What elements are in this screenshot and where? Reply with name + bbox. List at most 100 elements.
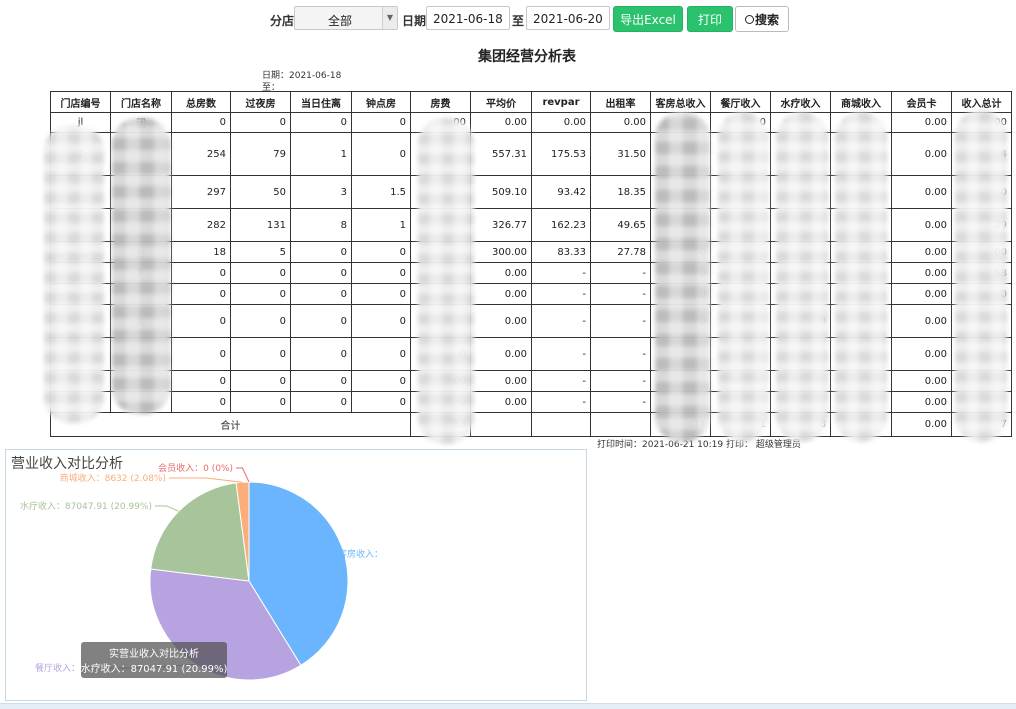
table-cell: 93.42 <box>532 176 591 209</box>
table-cell: 18 <box>172 242 231 263</box>
table-cell: 0 <box>172 392 231 413</box>
table-cell: 0 <box>291 242 352 263</box>
table-cell: 0.00 <box>532 113 591 133</box>
table-cell: - <box>532 263 591 284</box>
date-from-input[interactable]: 2021-06-18 <box>426 6 510 30</box>
table-cell: 0 <box>231 392 291 413</box>
table-cell: 0 <box>172 371 231 392</box>
table-cell: 0.00 <box>892 263 952 284</box>
table-cell: 1 <box>291 133 352 176</box>
scrollbar-track <box>0 703 1016 709</box>
table-cell: - <box>532 284 591 305</box>
pie-label: 客房收入： <box>338 548 383 560</box>
privacy-blur <box>718 112 768 442</box>
column-header: 钟点房 <box>352 92 411 113</box>
table-cell: 0 <box>352 242 411 263</box>
pie-leader-line <box>155 506 179 511</box>
tooltip-title: 实营业收入对比分析 <box>109 647 199 660</box>
column-header: 餐厅收入 <box>711 92 771 113</box>
pie-label: 餐厅收入： <box>35 662 80 674</box>
column-header: revpar <box>532 92 591 113</box>
table-cell: 0 <box>352 284 411 305</box>
table-cell: 0.00 <box>471 338 532 371</box>
pie-slice[interactable] <box>151 483 249 581</box>
column-header: 平均价 <box>471 92 532 113</box>
column-header: 出租率 <box>591 92 651 113</box>
column-header: 门店名称 <box>111 92 172 113</box>
table-cell: 300.00 <box>471 242 532 263</box>
date-to-input[interactable]: 2021-06-20 <box>526 6 610 30</box>
table-cell: 0 <box>352 263 411 284</box>
table-cell: - <box>591 338 651 371</box>
table-cell: 0 <box>352 133 411 176</box>
table-cell: 254 <box>172 133 231 176</box>
chevron-down-icon: ▼ <box>382 7 397 29</box>
export-excel-button[interactable]: 导出Excel <box>613 6 683 32</box>
table-cell: 0 <box>231 284 291 305</box>
branch-label: 分店 <box>270 12 294 29</box>
table-cell: 0.00 <box>471 284 532 305</box>
search-button[interactable]: 搜索 <box>735 6 789 32</box>
table-cell: 0.00 <box>892 371 952 392</box>
print-button[interactable]: 打印 <box>687 6 733 32</box>
table-cell: 0 <box>172 305 231 338</box>
table-cell: 0.00 <box>471 113 532 133</box>
privacy-blur <box>776 112 828 442</box>
table-cell: 0 <box>231 263 291 284</box>
table-cell: 0 <box>231 113 291 133</box>
table-cell: 0 <box>172 113 231 133</box>
table-cell: 326.77 <box>471 209 532 242</box>
column-header: 水疗收入 <box>771 92 831 113</box>
pie-leader-line <box>236 468 249 482</box>
table-cell: 3 <box>291 176 352 209</box>
revenue-chart-panel: 营业收入对比分析 客房收入：餐厅收入：水疗收入：87047.91 (20.99%… <box>5 449 587 701</box>
column-header: 过夜房 <box>231 92 291 113</box>
privacy-blur <box>44 125 104 423</box>
table-cell: 0.00 <box>471 371 532 392</box>
toolbar: 分店 全部 ▼ 日期 2021-06-18 至 2021-06-20 导出Exc… <box>0 6 1016 32</box>
column-header: 会员卡 <box>892 92 952 113</box>
table-cell: 0 <box>352 338 411 371</box>
column-header: 门店编号 <box>51 92 111 113</box>
table-cell: 0 <box>291 113 352 133</box>
pie-label: 商城收入：8632 (2.08%) <box>60 472 166 484</box>
table-cell: 0 <box>352 371 411 392</box>
table-cell: 0 <box>231 338 291 371</box>
column-header: 商城收入 <box>831 92 892 113</box>
table-cell: 79 <box>231 133 291 176</box>
table-cell: 27.78 <box>591 242 651 263</box>
table-cell: 83.33 <box>532 242 591 263</box>
privacy-blur <box>835 112 887 442</box>
table-cell: 18.35 <box>591 176 651 209</box>
table-cell: 0.00 <box>892 338 952 371</box>
column-header: 总房数 <box>172 92 231 113</box>
table-cell: 0.00 <box>892 413 952 437</box>
table-cell <box>471 413 532 437</box>
table-cell: 0 <box>291 371 352 392</box>
branch-select[interactable]: 全部 ▼ <box>294 6 398 30</box>
table-cell: 0.00 <box>892 113 952 133</box>
table-cell: 5 <box>231 242 291 263</box>
table-cell: 31.50 <box>591 133 651 176</box>
pie-leader-line <box>169 478 243 482</box>
table-cell: 0 <box>172 263 231 284</box>
total-label: 合计 <box>51 413 411 437</box>
table-cell: - <box>532 371 591 392</box>
table-cell: 0.00 <box>892 176 952 209</box>
table-cell: - <box>532 392 591 413</box>
pie-label: 水疗收入：87047.91 (20.99%) <box>20 500 152 512</box>
print-time: 打印时间：2021-06-21 10:19 打印： 超级管理员 <box>597 437 801 450</box>
table-cell: - <box>591 284 651 305</box>
table-cell: 49.65 <box>591 209 651 242</box>
table-cell: 0 <box>291 392 352 413</box>
table-header-row: 门店编号门店名称总房数过夜房当日住离钟点房房费平均价revpar出租率客房总收入… <box>51 92 1012 113</box>
table-cell: 162.23 <box>532 209 591 242</box>
pie-chart: 客房收入：餐厅收入：水疗收入：87047.91 (20.99%)商城收入：863… <box>6 450 586 700</box>
date-label: 日期 <box>402 12 426 29</box>
table-cell: 0 <box>172 284 231 305</box>
table-cell: 0 <box>352 305 411 338</box>
branch-select-value: 全部 <box>295 12 385 29</box>
tooltip-value: 水疗收入：87047.91 (20.99%) <box>81 662 228 675</box>
table-cell: 0 <box>172 338 231 371</box>
table-cell: - <box>591 263 651 284</box>
